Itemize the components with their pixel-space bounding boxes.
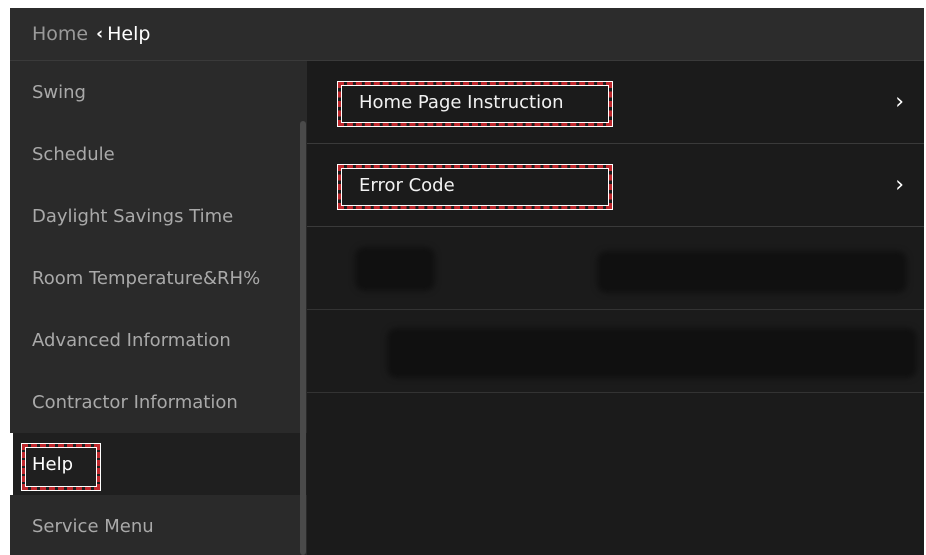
sidebar-item-service-menu[interactable]: Service Menu — [10, 495, 307, 555]
sidebar: Swing Schedule Daylight Savings Time Roo… — [10, 61, 307, 555]
obscured-area — [355, 247, 435, 291]
row-home-page-instruction[interactable]: Home Page Instruction › — [307, 61, 924, 144]
sidebar-item-label: Help — [32, 453, 74, 475]
breadcrumb-home[interactable]: Home — [32, 23, 88, 45]
sidebar-item-help[interactable]: Help — [10, 433, 307, 495]
sidebar-item-label: Advanced Information — [32, 329, 231, 351]
page-title: Help — [107, 23, 151, 45]
chevron-right-icon: › — [895, 89, 904, 115]
chevron-left-icon[interactable]: ‹ — [96, 24, 103, 44]
help-content: Home Page Instruction › Error Code › — [307, 61, 924, 555]
sidebar-item-contractor-information[interactable]: Contractor Information — [10, 371, 307, 433]
row-label: Error Code — [359, 174, 455, 196]
sidebar-item-room-temperature-rh[interactable]: Room Temperature&RH% — [10, 247, 307, 309]
sidebar-item-label: Schedule — [32, 143, 115, 165]
sidebar-scrollbar[interactable] — [300, 121, 306, 555]
sidebar-item-label: Contractor Information — [32, 391, 238, 413]
sidebar-item-label: Daylight Savings Time — [32, 205, 234, 227]
sidebar-item-daylight-savings-time[interactable]: Daylight Savings Time — [10, 185, 307, 247]
sidebar-item-swing[interactable]: Swing — [10, 61, 307, 123]
sidebar-item-label: Room Temperature&RH% — [32, 267, 261, 289]
help-screen: Home ‹ Help Swing Schedule Daylight Savi… — [10, 8, 924, 555]
sidebar-item-advanced-information[interactable]: Advanced Information — [10, 309, 307, 371]
header-bar: Home ‹ Help — [10, 8, 924, 61]
sidebar-item-label: Service Menu — [32, 515, 154, 537]
row-error-code[interactable]: Error Code › — [307, 144, 924, 227]
sidebar-item-schedule[interactable]: Schedule — [10, 123, 307, 185]
row-label: Home Page Instruction — [359, 91, 564, 113]
sidebar-item-label: Swing — [32, 81, 86, 103]
selected-indicator — [10, 433, 13, 495]
obscured-row — [307, 227, 924, 310]
chevron-right-icon: › — [895, 172, 904, 198]
obscured-row — [307, 310, 924, 393]
obscured-area — [597, 251, 907, 293]
obscured-area — [387, 328, 917, 378]
